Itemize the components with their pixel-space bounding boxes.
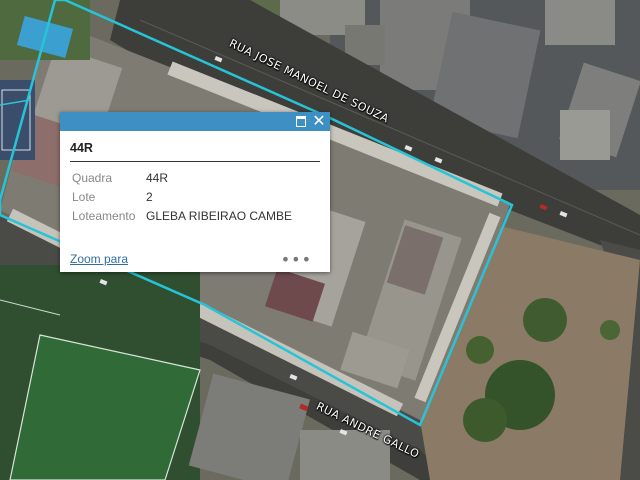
feature-popup: ✕ 44R Quadra 44R Lote 2 Loteamento GLEBA… xyxy=(60,112,330,272)
attribute-key: Lote xyxy=(72,190,96,204)
attribute-row: Loteamento GLEBA RIBEIRAO CAMBE xyxy=(69,207,295,226)
close-icon[interactable]: ✕ xyxy=(312,113,326,129)
popup-titlebar: ✕ xyxy=(60,112,330,131)
attribute-key: Loteamento xyxy=(72,209,136,223)
attribute-value: 2 xyxy=(146,190,153,204)
attribute-table: Quadra 44R Lote 2 Loteamento GLEBA RIBEI… xyxy=(69,169,295,226)
zoom-to-link[interactable]: Zoom para xyxy=(70,252,128,266)
attribute-row: Quadra 44R xyxy=(69,169,295,188)
attribute-value: GLEBA RIBEIRAO CAMBE xyxy=(146,209,293,223)
attribute-row: Lote 2 xyxy=(69,188,295,207)
attribute-value: 44R xyxy=(146,171,169,185)
popup-title: 44R xyxy=(70,141,320,162)
ellipsis-icon[interactable]: ••• xyxy=(281,250,312,269)
maximize-icon[interactable] xyxy=(294,114,308,128)
popup-footer: Zoom para ••• xyxy=(70,250,320,269)
attribute-key: Quadra xyxy=(72,171,113,185)
